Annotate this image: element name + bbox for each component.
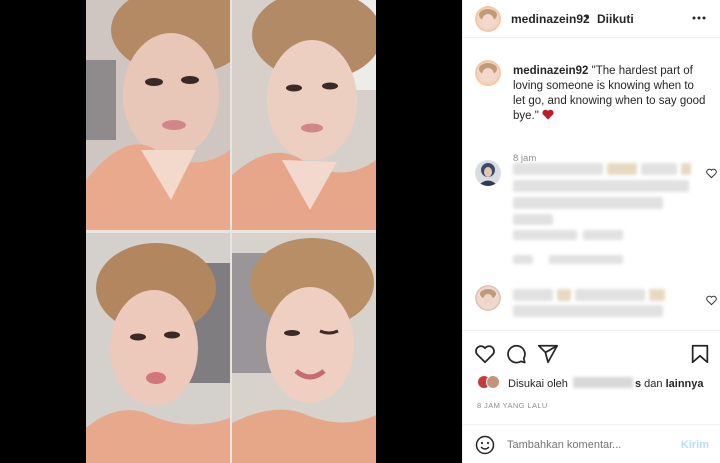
caption-username[interactable]: medinazein92 xyxy=(513,65,588,77)
redacted-text xyxy=(513,197,663,209)
likes-text: Disukai oleh s dan lainnya xyxy=(508,377,704,390)
collage-photo-2 xyxy=(232,0,376,230)
redacted-text xyxy=(681,163,691,175)
caption-avatar[interactable] xyxy=(475,60,501,86)
share-icon[interactable] xyxy=(537,343,559,365)
likes-summary[interactable]: Disukai oleh s dan lainnya xyxy=(477,375,717,391)
redacted-text xyxy=(649,289,665,301)
post-comment-button[interactable]: Kirim xyxy=(681,439,709,451)
redacted-username xyxy=(572,377,633,388)
comment-icon[interactable] xyxy=(505,343,527,365)
add-comment-bar: Kirim xyxy=(463,424,720,463)
redacted-text xyxy=(513,255,533,264)
redacted-text xyxy=(513,289,553,301)
comment-like-heart-icon[interactable] xyxy=(706,166,717,179)
collage-photo-4 xyxy=(232,233,376,463)
redacted-text xyxy=(607,163,637,175)
redacted-text xyxy=(641,163,677,175)
liker-username-suffix[interactable]: s xyxy=(635,378,641,390)
separator-dot: • xyxy=(585,10,590,24)
bookmark-icon[interactable] xyxy=(689,343,711,365)
comments-list[interactable]: medinazein92 "The hardest part of loving… xyxy=(463,38,720,330)
photo-collage xyxy=(86,0,376,463)
post-sidebar: medinazein92 • Diikuti medinazein92 "The… xyxy=(462,0,720,463)
more-horizontal-icon[interactable] xyxy=(691,10,707,26)
comment-like-heart-icon[interactable] xyxy=(706,293,717,306)
likes-others[interactable]: lainnya xyxy=(666,378,704,390)
redacted-text xyxy=(575,289,645,301)
post-timestamp[interactable]: 8 JAM YANG LALU xyxy=(477,401,548,410)
comment-input[interactable] xyxy=(507,439,667,451)
heart-icon[interactable] xyxy=(474,343,496,365)
emoji-icon[interactable] xyxy=(475,435,495,455)
post-media[interactable] xyxy=(0,0,462,463)
redacted-text xyxy=(513,214,553,225)
collage-photo-1 xyxy=(86,0,230,230)
post-header: medinazein92 • Diikuti xyxy=(463,0,720,38)
redacted-text xyxy=(513,163,603,175)
caption-text: medinazein92 "The hardest part of loving… xyxy=(513,64,708,124)
liker-avatar xyxy=(486,375,500,389)
redacted-text xyxy=(513,180,689,192)
following-button[interactable]: Diikuti xyxy=(597,12,634,26)
author-username[interactable]: medinazein92 xyxy=(511,12,590,26)
post-actions: Disukai oleh s dan lainnya 8 JAM YANG LA… xyxy=(463,330,720,463)
redacted-text xyxy=(549,255,623,264)
collage-photo-3 xyxy=(86,233,230,463)
author-avatar[interactable] xyxy=(475,6,501,32)
commenter-avatar[interactable] xyxy=(475,285,501,311)
heart-emoji-icon xyxy=(542,109,554,120)
commenter-avatar[interactable] xyxy=(475,160,501,186)
redacted-text xyxy=(557,289,571,301)
redacted-text xyxy=(513,305,663,317)
likes-conj: dan xyxy=(644,378,663,390)
likes-prefix: Disukai oleh xyxy=(508,378,568,390)
redacted-text xyxy=(583,230,623,240)
redacted-text xyxy=(513,230,577,240)
